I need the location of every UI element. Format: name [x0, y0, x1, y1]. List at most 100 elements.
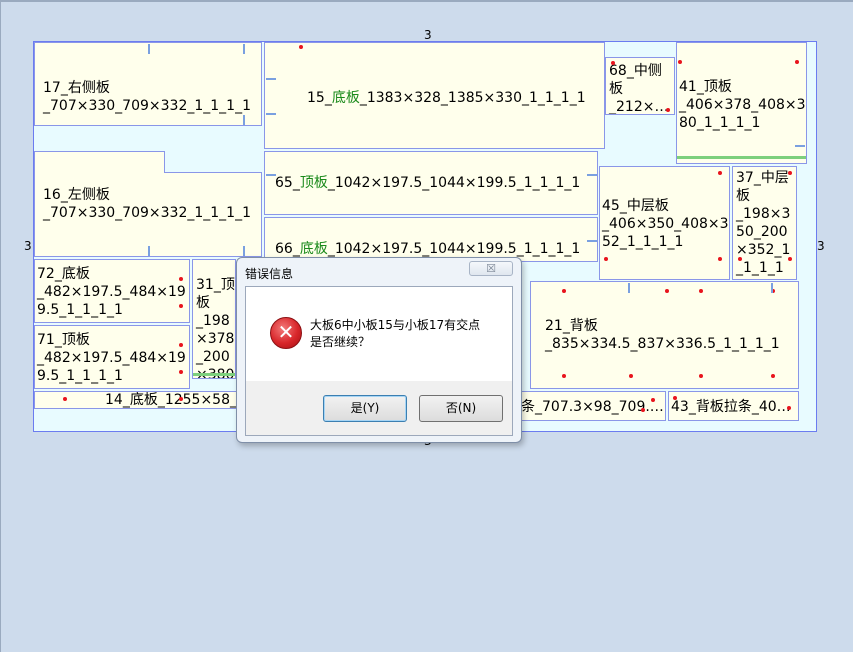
panel-68-label: 68_中侧板 _212×… [609, 63, 669, 115]
panel-66[interactable]: 66_底板_1042×197.5_1044×199.5_1_1_1_1 [264, 217, 598, 262]
panel-41[interactable]: 41_顶板 _406×378_408×380_1_1_1_1 [676, 42, 807, 164]
panel-strip-label: 条_707.3×98_709.… [521, 399, 664, 415]
yes-button[interactable]: 是(Y) [323, 395, 407, 422]
dialog-close-button[interactable]: ☒ [469, 261, 513, 276]
panel-16-notch [164, 151, 262, 173]
panel-66-label: 66_底板_1042×197.5_1044×199.5_1_1_1_1 [275, 240, 580, 258]
panel-41-label: 41_顶板 _406×378_408×380_1_1_1_1 [679, 79, 806, 131]
panel-15-label: 15_底板_1383×328_1385×330_1_1_1_1 [307, 89, 586, 107]
hole-dot [787, 406, 791, 410]
edge-band [677, 156, 806, 159]
panel-71-label: 71_顶板 _482×197.5_484×199.5_1_1_1_1 [37, 332, 186, 384]
hole-dot [179, 304, 183, 308]
hole-dot [718, 257, 722, 261]
hole-dot [718, 171, 722, 175]
dimension-top: 3 [424, 28, 432, 42]
panel-21[interactable]: 21_背板 _835×334.5_837×336.5_1_1_1_1 [530, 281, 799, 389]
panel-tick [628, 283, 630, 293]
hole-dot [673, 396, 677, 400]
panel-tick [587, 174, 597, 176]
panel-17[interactable]: 17_右侧板 _707×330_709×332_1_1_1_1 [34, 42, 262, 126]
dialog-body: ✕ 大板6中小板15与小板17有交点 是否继续？ 是(Y) 否(N) [245, 286, 513, 436]
hole-dot [179, 343, 183, 347]
panel-45-label: 45_中层板 _406×350_408×352_1_1_1_1 [602, 198, 729, 250]
edge-band [193, 373, 235, 376]
hole-dot [611, 61, 615, 65]
hole-dot [63, 397, 67, 401]
panel-tick [148, 246, 150, 256]
panel-72[interactable]: 72_底板 _482×197.5_484×199.5_1_1_1_1 [34, 259, 190, 323]
panel-31-label: 31_顶板 _198×378_200×380_1_1_1_1 [196, 277, 235, 378]
error-dialog[interactable]: 错误信息 ☒ ✕ 大板6中小板15与小板17有交点 是否继续？ 是(Y) 否(N… [236, 257, 522, 443]
panel-66-label-id: 66_ [275, 241, 300, 257]
panel-tick [243, 246, 245, 256]
dialog-title: 错误信息 [245, 267, 294, 281]
hole-dot [771, 374, 775, 378]
panel-tick [587, 240, 597, 242]
panel-tick [148, 44, 150, 54]
panel-17-label: 17_右侧板 _707×330_709×332_1_1_1_1 [43, 80, 251, 114]
panel-43-label: 43_背板拉条_40… [671, 399, 791, 415]
panel-72-label: 72_底板 _482×197.5_484×199.5_1_1_1_1 [37, 266, 186, 318]
panel-37[interactable]: 37_中层板 _198×350_200×352_1_1_1_1 [732, 166, 797, 280]
dialog-message-area: ✕ 大板6中小板15与小板17有交点 是否继续？ [246, 287, 512, 381]
panel-66-label-dims: _1042×197.5_1044×199.5_1_1_1_1 [327, 241, 581, 257]
hole-dot [795, 60, 799, 64]
panel-strip[interactable]: 条_707.3×98_709.… [520, 391, 666, 421]
hole-dot [699, 374, 703, 378]
panel-15[interactable]: 15_底板_1383×328_1385×330_1_1_1_1 [264, 42, 605, 149]
panel-15-label-id: 15_ [307, 90, 332, 106]
panel-tick [266, 78, 276, 80]
hole-dot [179, 370, 183, 374]
panel-65-label-name: 顶板 [299, 175, 328, 191]
panel-65-label: 65_顶板_1042×197.5_1044×199.5_1_1_1_1 [275, 174, 580, 192]
panel-66-label-name: 底板 [299, 241, 328, 257]
hole-dot [179, 397, 183, 401]
hole-dot [641, 408, 645, 412]
panel-14[interactable]: 14_底板_1255×58_1257×60_1_1_1_1 [34, 391, 244, 409]
hole-dot [604, 257, 608, 261]
panel-37-label: 37_中层板 _198×350_200×352_1_1_1_1 [736, 170, 791, 276]
hole-dot [666, 108, 670, 112]
dimension-right: 3 [817, 239, 825, 253]
panel-71[interactable]: 71_顶板 _482×197.5_484×199.5_1_1_1_1 [34, 325, 190, 389]
panel-tick [266, 174, 276, 176]
panel-65-label-id: 65_ [275, 175, 300, 191]
panel-65-label-dims: _1042×197.5_1044×199.5_1_1_1_1 [327, 175, 581, 191]
no-button[interactable]: 否(N) [419, 395, 503, 422]
panel-31[interactable]: 31_顶板 _198×378_200×380_1_1_1_1 [192, 259, 236, 379]
hole-dot [788, 171, 792, 175]
dialog-message-line-1: 大板6中小板15与小板17有交点 [310, 318, 481, 332]
panel-15-label-dims: _1383×328_1385×330_1_1_1_1 [359, 90, 586, 106]
dialog-message: 大板6中小板15与小板17有交点 是否继续？ [310, 317, 480, 351]
panel-21-label: 21_背板 _835×334.5_837×336.5_1_1_1_1 [545, 318, 780, 352]
hole-dot [665, 289, 669, 293]
panel-43[interactable]: 43_背板拉条_40… [668, 391, 799, 421]
hole-dot [678, 60, 682, 64]
panel-45[interactable]: 45_中层板 _406×350_408×352_1_1_1_1 [599, 166, 730, 280]
panel-14-label: 14_底板_1255×58_1257×60_1_1_1_1 [105, 392, 243, 408]
panel-tick [771, 283, 773, 293]
error-icon: ✕ [270, 317, 302, 349]
hole-dot [699, 289, 703, 293]
panel-tick [266, 113, 276, 115]
hole-dot [629, 374, 633, 378]
dialog-message-line-2: 是否继续？ [310, 335, 371, 349]
left-border [0, 0, 1, 652]
panel-15-label-name: 底板 [331, 90, 360, 106]
panel-tick [795, 145, 805, 147]
hole-dot [738, 257, 742, 261]
top-border [0, 0, 853, 2]
hole-dot [299, 45, 303, 49]
hole-dot [179, 277, 183, 281]
hole-dot [788, 257, 792, 261]
panel-16-label: 16_左侧板 _707×330_709×332_1_1_1_1 [43, 187, 251, 221]
panel-tick [243, 115, 245, 125]
panel-65[interactable]: 65_顶板_1042×197.5_1044×199.5_1_1_1_1 [264, 151, 598, 215]
dimension-left: 3 [24, 239, 32, 253]
hole-dot [651, 398, 655, 402]
panel-68[interactable]: 68_中侧板 _212×… [605, 57, 675, 115]
panel-tick [243, 44, 245, 54]
hole-dot [562, 289, 566, 293]
hole-dot [562, 374, 566, 378]
